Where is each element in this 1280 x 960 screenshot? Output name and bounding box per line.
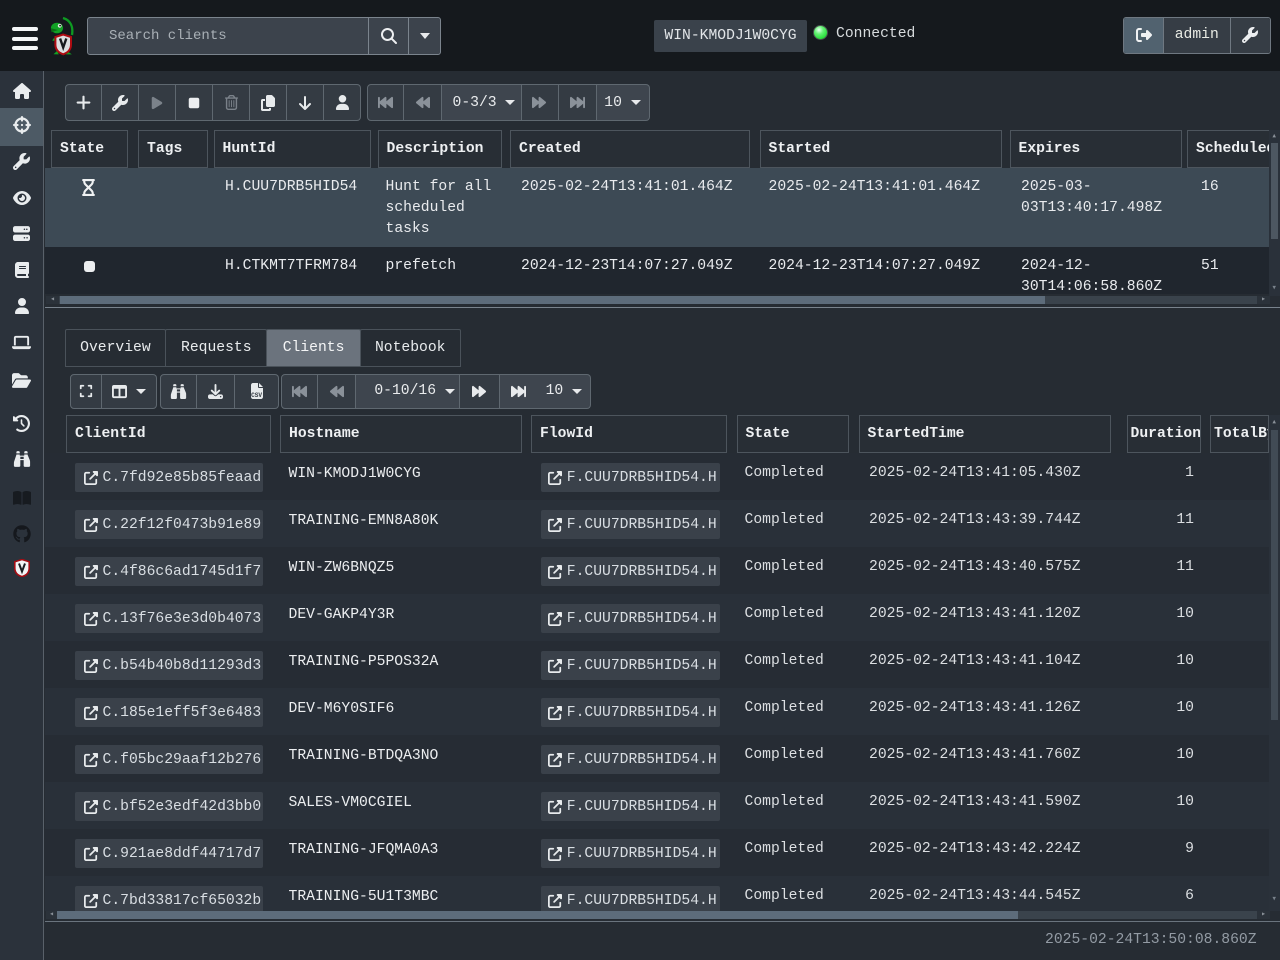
svg-text:CSV: CSV bbox=[251, 392, 262, 399]
